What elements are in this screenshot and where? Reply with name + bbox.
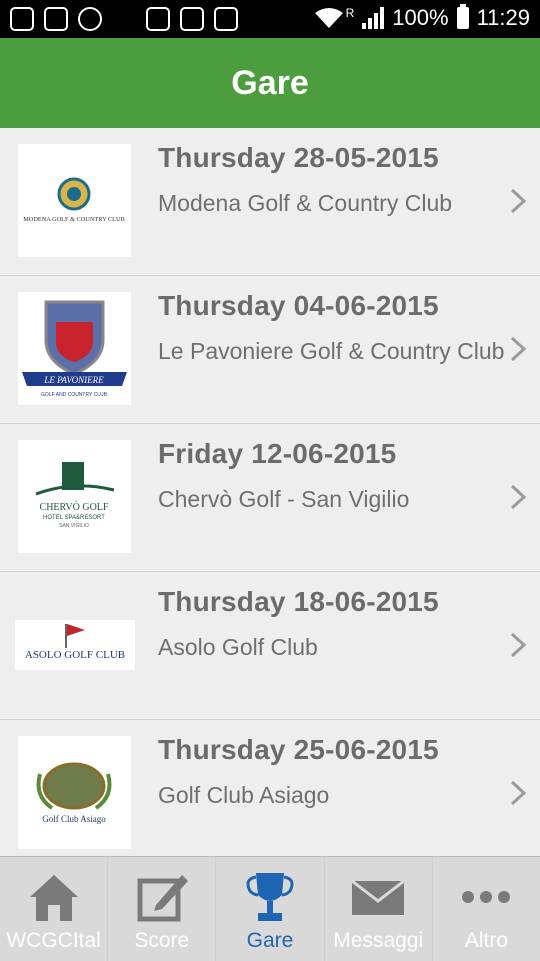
pavoniere-logo-subtext: GOLF AND COUNTRY CLUB bbox=[41, 392, 108, 398]
event-club: Asolo Golf Club bbox=[158, 634, 318, 660]
event-date: Friday 12-06-2015 bbox=[158, 438, 397, 469]
signal-icon bbox=[362, 7, 385, 29]
bottom-tab-bar: WCGCItal Score Gare Messaggi Altro bbox=[0, 856, 540, 961]
event-date: Thursday 04-06-2015 bbox=[158, 290, 439, 321]
event-date: Thursday 28-05-2015 bbox=[158, 142, 439, 173]
chevron-right-icon bbox=[510, 336, 527, 362]
page-title: Gare bbox=[231, 64, 309, 102]
chervo-golf-logo: CHERVÒ GOLF HOTEL SPA&RESORT SAN VIGILIO bbox=[18, 440, 131, 553]
tab-label: Messaggi bbox=[333, 929, 424, 952]
app-header: Gare bbox=[0, 38, 540, 128]
chevron-right-icon bbox=[510, 188, 527, 214]
asolo-golf-logo: ASOLO GOLF CLUB bbox=[15, 620, 135, 670]
chervo-logo-subtext: HOTEL SPA&RESORT bbox=[43, 515, 105, 521]
notification-icons bbox=[10, 7, 238, 31]
wifi-icon bbox=[314, 7, 344, 29]
app-notification-icon bbox=[214, 7, 238, 31]
tab-gare[interactable]: Gare bbox=[216, 857, 325, 961]
asiago-golf-logo: Golf Club Asiago bbox=[18, 736, 131, 849]
event-club: Le Pavoniere Golf & Country Club bbox=[158, 338, 505, 364]
shazam-icon bbox=[78, 7, 102, 31]
event-row[interactable]: Golf Club Asiago Thursday 25-06-2015 Gol… bbox=[0, 720, 540, 856]
modena-logo-text: MODENA GOLF & COUNTRY CLUB bbox=[23, 216, 125, 223]
add-icon bbox=[10, 7, 34, 31]
battery-percent: 100% bbox=[392, 5, 449, 30]
pavoniere-logo-text: LE PAVONIERE bbox=[43, 375, 104, 385]
tab-label: Score bbox=[134, 929, 190, 952]
event-row[interactable]: MODENA GOLF & COUNTRY CLUB Thursday 28-0… bbox=[0, 128, 540, 276]
tab-score[interactable]: Score bbox=[108, 857, 217, 961]
chevron-right-icon bbox=[510, 632, 527, 658]
chervo-logo-text: CHERVÒ GOLF bbox=[40, 501, 109, 513]
clock: 11:29 bbox=[476, 5, 530, 30]
event-club: Modena Golf & Country Club bbox=[158, 190, 453, 216]
edit-icon bbox=[137, 875, 188, 922]
more-icon bbox=[462, 891, 511, 903]
chevron-right-icon bbox=[510, 780, 527, 806]
gallery-icon bbox=[146, 7, 170, 31]
tab-label: Gare bbox=[246, 929, 294, 952]
home-icon bbox=[29, 875, 78, 921]
event-club: Chervò Golf - San Vigilio bbox=[158, 486, 410, 512]
trophy-icon bbox=[246, 873, 294, 921]
battery-icon bbox=[456, 4, 469, 29]
tab-messaggi[interactable]: Messaggi bbox=[325, 857, 433, 961]
chevron-right-icon bbox=[510, 484, 527, 510]
tab-label: Altro bbox=[464, 929, 508, 952]
chervo-logo-subtext2: SAN VIGILIO bbox=[59, 523, 89, 529]
gmail-icon bbox=[180, 7, 204, 31]
tab-label: WCGCItal bbox=[6, 929, 101, 952]
event-date: Thursday 25-06-2015 bbox=[158, 734, 439, 765]
event-row[interactable]: CHERVÒ GOLF HOTEL SPA&RESORT SAN VIGILIO… bbox=[0, 424, 540, 572]
event-row[interactable]: LE PAVONIERE GOLF AND COUNTRY CLUB Thurs… bbox=[0, 276, 540, 424]
event-row[interactable]: ASOLO GOLF CLUB Thursday 18-06-2015 Asol… bbox=[0, 572, 540, 720]
envelope-icon bbox=[351, 879, 406, 915]
le-pavoniere-logo: LE PAVONIERE GOLF AND COUNTRY CLUB bbox=[18, 292, 131, 405]
roaming-indicator: R bbox=[345, 6, 355, 20]
status-bar: R 100% 11:29 bbox=[0, 0, 540, 38]
asolo-logo-text: ASOLO GOLF CLUB bbox=[25, 649, 125, 661]
usb-icon bbox=[112, 7, 136, 31]
asiago-logo-text: Golf Club Asiago bbox=[42, 814, 106, 824]
modena-golf-logo: MODENA GOLF & COUNTRY CLUB bbox=[18, 144, 131, 257]
event-club: Golf Club Asiago bbox=[158, 782, 330, 808]
tab-altro[interactable]: Altro bbox=[433, 857, 540, 961]
messenger-icon bbox=[44, 7, 68, 31]
events-list: MODENA GOLF & COUNTRY CLUB Thursday 28-0… bbox=[0, 128, 540, 856]
tab-home[interactable]: WCGCItal bbox=[0, 857, 109, 961]
event-date: Thursday 18-06-2015 bbox=[158, 586, 439, 617]
